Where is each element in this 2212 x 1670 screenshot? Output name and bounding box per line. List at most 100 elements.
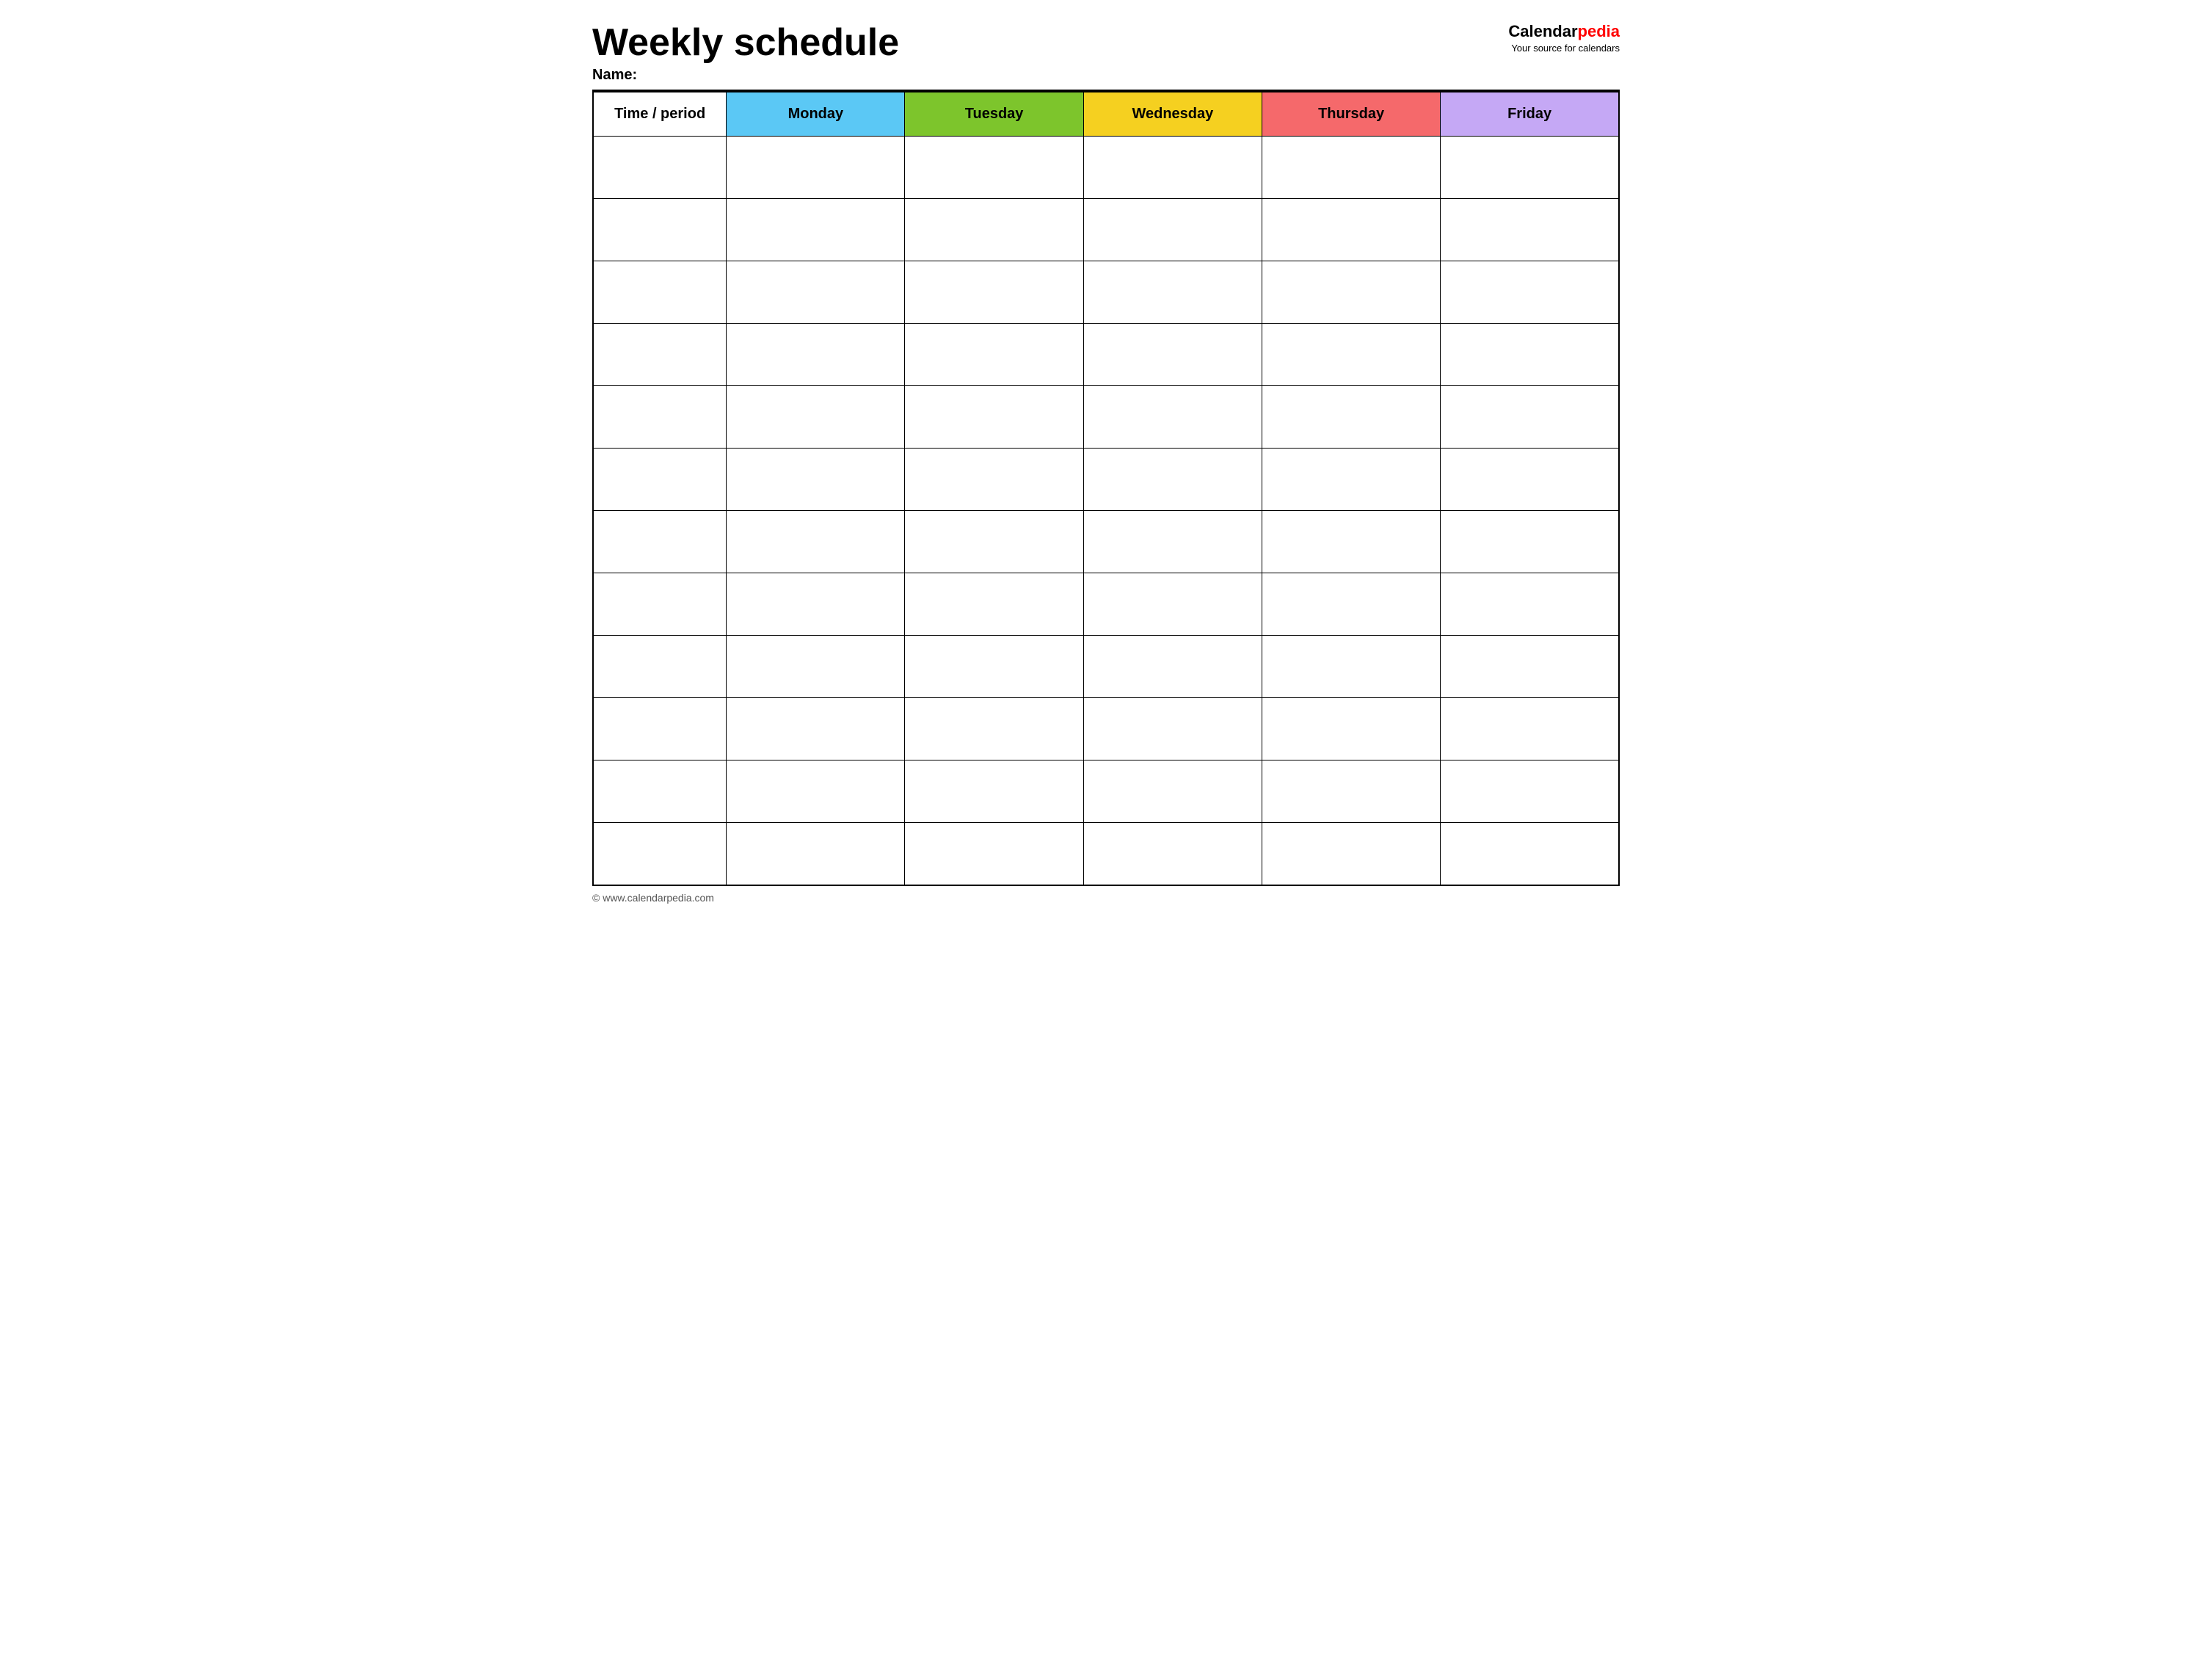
schedule-cell[interactable]: [1083, 511, 1262, 573]
time-period-cell[interactable]: [593, 449, 727, 511]
schedule-cell[interactable]: [727, 137, 905, 199]
schedule-cell[interactable]: [1441, 324, 1619, 386]
logo-pedia: pedia: [1578, 22, 1620, 40]
schedule-cell[interactable]: [1441, 823, 1619, 885]
time-period-cell[interactable]: [593, 698, 727, 760]
schedule-cell[interactable]: [1441, 199, 1619, 261]
schedule-cell[interactable]: [727, 823, 905, 885]
time-period-cell[interactable]: [593, 137, 727, 199]
schedule-cell[interactable]: [727, 573, 905, 636]
logo-text: Calendarpedia: [1458, 22, 1620, 41]
logo-tagline: Your source for calendars: [1458, 43, 1620, 54]
time-period-cell[interactable]: [593, 261, 727, 324]
table-row: [593, 324, 1619, 386]
schedule-cell[interactable]: [1441, 137, 1619, 199]
time-period-cell[interactable]: [593, 760, 727, 823]
schedule-cell[interactable]: [1083, 261, 1262, 324]
table-row: [593, 199, 1619, 261]
logo-area: Calendarpedia Your source for calendars: [1458, 22, 1620, 54]
table-row: [593, 449, 1619, 511]
schedule-cell[interactable]: [1441, 698, 1619, 760]
schedule-cell[interactable]: [727, 261, 905, 324]
schedule-cell[interactable]: [1083, 199, 1262, 261]
schedule-cell[interactable]: [1083, 324, 1262, 386]
schedule-cell[interactable]: [905, 511, 1083, 573]
schedule-cell[interactable]: [1262, 573, 1440, 636]
schedule-cell[interactable]: [727, 386, 905, 449]
title-area: Weekly schedule Name:: [592, 22, 1458, 84]
schedule-cell[interactable]: [1083, 386, 1262, 449]
schedule-cell[interactable]: [1262, 449, 1440, 511]
schedule-cell[interactable]: [1262, 760, 1440, 823]
schedule-cell[interactable]: [905, 636, 1083, 698]
schedule-cell[interactable]: [727, 511, 905, 573]
table-row: [593, 698, 1619, 760]
time-period-cell[interactable]: [593, 636, 727, 698]
schedule-cell[interactable]: [905, 386, 1083, 449]
table-row: [593, 573, 1619, 636]
time-period-cell[interactable]: [593, 386, 727, 449]
schedule-cell[interactable]: [727, 199, 905, 261]
table-row: [593, 636, 1619, 698]
schedule-cell[interactable]: [905, 324, 1083, 386]
schedule-cell[interactable]: [1441, 449, 1619, 511]
schedule-cell[interactable]: [1262, 636, 1440, 698]
schedule-cell[interactable]: [1441, 386, 1619, 449]
schedule-cell[interactable]: [1262, 511, 1440, 573]
time-period-cell[interactable]: [593, 324, 727, 386]
logo-calendar: Calendar: [1508, 22, 1577, 40]
schedule-cell[interactable]: [905, 261, 1083, 324]
schedule-cell[interactable]: [905, 698, 1083, 760]
schedule-cell[interactable]: [1083, 698, 1262, 760]
schedule-cell[interactable]: [905, 573, 1083, 636]
footer-url: © www.calendarpedia.com: [592, 892, 714, 904]
schedule-cell[interactable]: [727, 449, 905, 511]
col-header-wednesday: Wednesday: [1083, 92, 1262, 137]
col-header-tuesday: Tuesday: [905, 92, 1083, 137]
schedule-cell[interactable]: [905, 760, 1083, 823]
schedule-cell[interactable]: [1262, 137, 1440, 199]
table-row: [593, 261, 1619, 324]
schedule-cell[interactable]: [1441, 261, 1619, 324]
name-label: Name:: [592, 67, 1458, 84]
schedule-cell[interactable]: [727, 324, 905, 386]
schedule-cell[interactable]: [1262, 199, 1440, 261]
col-header-thursday: Thursday: [1262, 92, 1440, 137]
schedule-cell[interactable]: [905, 199, 1083, 261]
schedule-cell[interactable]: [905, 137, 1083, 199]
schedule-cell[interactable]: [1262, 261, 1440, 324]
schedule-cell[interactable]: [1083, 449, 1262, 511]
col-header-monday: Monday: [727, 92, 905, 137]
schedule-cell[interactable]: [727, 636, 905, 698]
page-title: Weekly schedule: [592, 22, 1458, 64]
schedule-cell[interactable]: [1441, 760, 1619, 823]
schedule-cell[interactable]: [905, 823, 1083, 885]
table-header-row: Time / period Monday Tuesday Wednesday T…: [593, 92, 1619, 137]
schedule-cell[interactable]: [1083, 636, 1262, 698]
schedule-cell[interactable]: [905, 449, 1083, 511]
time-period-cell[interactable]: [593, 199, 727, 261]
schedule-cell[interactable]: [727, 760, 905, 823]
schedule-cell[interactable]: [1441, 636, 1619, 698]
time-period-cell[interactable]: [593, 511, 727, 573]
footer: © www.calendarpedia.com: [592, 892, 1620, 904]
schedule-cell[interactable]: [1262, 386, 1440, 449]
schedule-cell[interactable]: [1083, 823, 1262, 885]
schedule-body: [593, 137, 1619, 885]
table-row: [593, 823, 1619, 885]
schedule-cell[interactable]: [1083, 573, 1262, 636]
time-period-cell[interactable]: [593, 823, 727, 885]
schedule-cell[interactable]: [1083, 137, 1262, 199]
table-row: [593, 760, 1619, 823]
col-header-time-period: Time / period: [593, 92, 727, 137]
schedule-cell[interactable]: [1262, 823, 1440, 885]
table-row: [593, 511, 1619, 573]
schedule-cell[interactable]: [727, 698, 905, 760]
schedule-cell[interactable]: [1262, 698, 1440, 760]
schedule-cell[interactable]: [1083, 760, 1262, 823]
schedule-cell[interactable]: [1441, 573, 1619, 636]
time-period-cell[interactable]: [593, 573, 727, 636]
table-row: [593, 137, 1619, 199]
schedule-cell[interactable]: [1441, 511, 1619, 573]
schedule-cell[interactable]: [1262, 324, 1440, 386]
